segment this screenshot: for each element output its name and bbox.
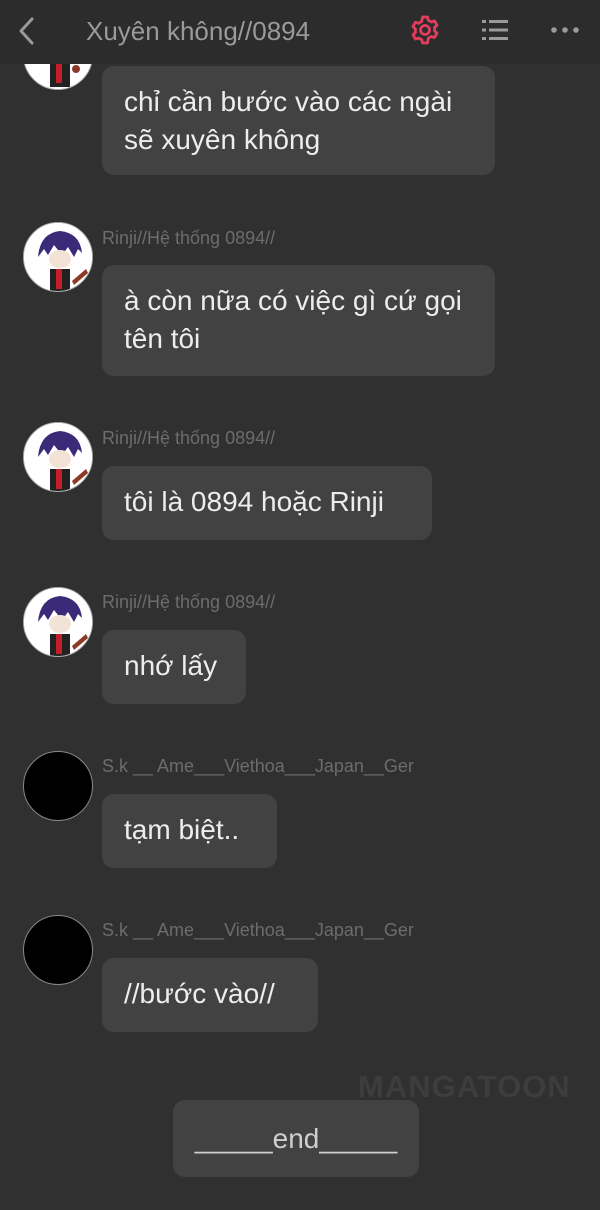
message-text: tôi là 0894 hoặc Rinji [124,486,384,517]
page-title: Xuyên không//0894 [86,16,311,46]
gear-icon [411,15,439,45]
message-bubble[interactable]: à còn nữa có việc gì cứ gọi tên tôi [102,265,495,376]
settings-button[interactable] [408,13,442,47]
sender-name: Rinji//Hệ thống 0894// [102,592,276,612]
message-bubble[interactable]: chỉ cần bước vào các ngài sẽ xuyên không [102,66,495,175]
more-button[interactable] [548,13,582,47]
chevron-left-icon [19,17,34,45]
sender-name: S.k __ Ame___Viethoa___Japan__Ger [102,756,414,776]
message-text: à còn nữa có việc gì cứ gọi tên tôi [124,285,462,354]
message-bubble[interactable]: //bước vào// [102,958,318,1032]
top-bar: Xuyên không//0894 [0,0,600,64]
avatar[interactable] [23,422,93,492]
back-button[interactable] [12,14,42,48]
more-horizontal-icon [551,27,579,33]
message-text: tạm biệt.. [124,814,240,845]
sender-name: Rinji//Hệ thống 0894// [102,428,276,448]
avatar[interactable] [23,751,93,821]
end-label: _____end_____ [194,1122,398,1154]
message-bubble[interactable]: tạm biệt.. [102,794,277,868]
list-icon [482,20,508,40]
message-text: chỉ cần bước vào các ngài sẽ xuyên không [124,86,453,155]
message-text: nhớ lấy [124,650,218,681]
message-bubble[interactable]: nhớ lấy [102,630,246,704]
avatar[interactable] [23,222,93,292]
message-bubble[interactable]: tôi là 0894 hoặc Rinji [102,466,432,540]
avatar[interactable] [23,915,93,985]
sender-name: Rinji//Hệ thống 0894// [102,228,276,248]
sender-name: S.k __ Ame___Viethoa___Japan__Ger [102,920,414,940]
chapter-list-button[interactable] [478,13,512,47]
avatar[interactable] [23,587,93,657]
message-text: //bước vào// [124,978,275,1009]
end-marker: _____end_____ [173,1100,419,1177]
